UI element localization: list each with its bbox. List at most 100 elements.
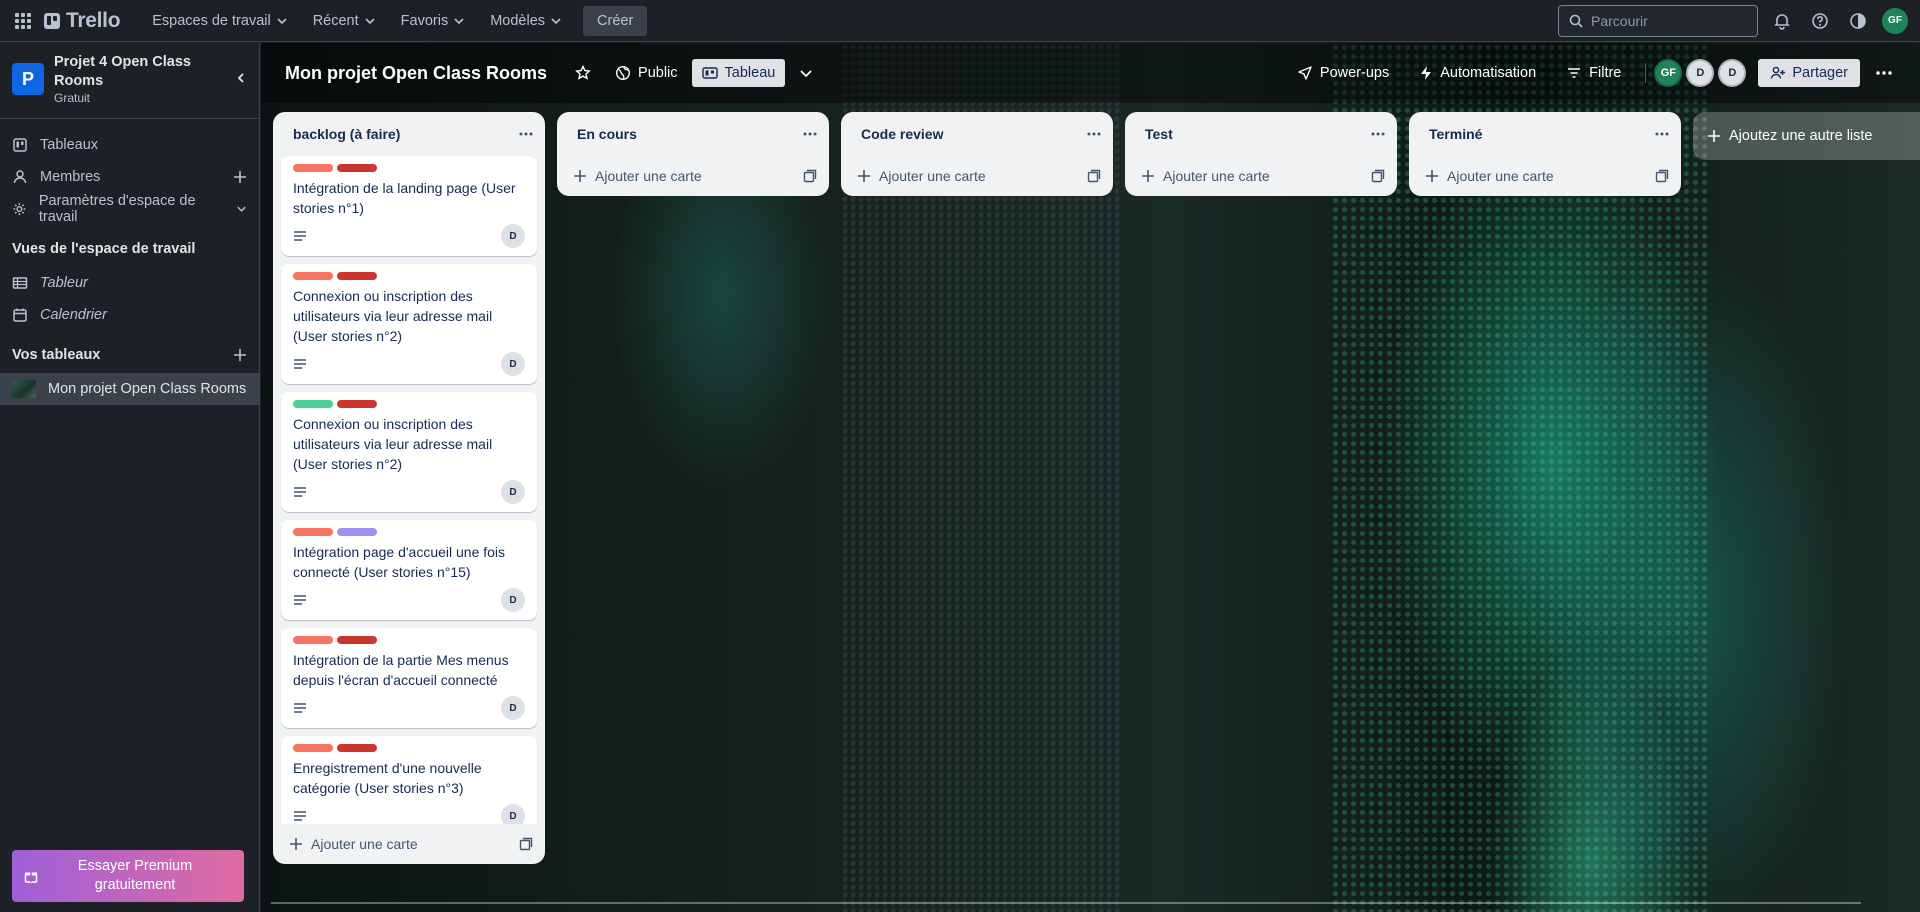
sidebar-item-boards[interactable]: Tableaux — [0, 129, 259, 161]
card[interactable]: Intégration page d'accueil une fois conn… — [281, 520, 537, 620]
add-board-icon[interactable] — [233, 348, 247, 362]
list-menu-icon[interactable] — [1087, 132, 1101, 136]
card-member-avatar[interactable]: D — [501, 696, 525, 720]
add-card-button[interactable]: Ajouter une carte — [557, 156, 829, 196]
card-label[interactable] — [293, 400, 333, 408]
list-header[interactable]: backlog (à faire) — [273, 112, 545, 156]
more-options-icon[interactable] — [1866, 65, 1902, 81]
list-menu-icon[interactable] — [1655, 132, 1669, 136]
card-label[interactable] — [293, 636, 333, 644]
list-title[interactable]: Code review — [861, 126, 943, 142]
card-template-icon[interactable] — [1087, 169, 1101, 183]
card-label[interactable] — [293, 164, 333, 172]
card[interactable]: Intégration de la partie Mes menus depui… — [281, 628, 537, 728]
member-avatar[interactable]: GF — [1654, 59, 1683, 87]
sidebar-item-workspace-settings[interactable]: Paramètres d'espace de travail — [0, 193, 259, 225]
card-label[interactable] — [293, 528, 333, 536]
list-header[interactable]: Code review — [841, 112, 1113, 156]
card-member-avatar[interactable]: D — [501, 352, 525, 376]
list-title[interactable]: En cours — [577, 126, 637, 142]
card-template-icon[interactable] — [1655, 169, 1669, 183]
add-card-button[interactable]: Ajouter une carte — [1125, 156, 1397, 196]
board-lists: backlog (à faire) Intégration de la land… — [273, 112, 1920, 864]
card-member-avatar[interactable]: D — [501, 224, 525, 248]
trello-logo[interactable]: Trello — [44, 9, 121, 33]
list-header[interactable]: En cours — [557, 112, 829, 156]
list-title[interactable]: Terminé — [1429, 126, 1482, 142]
calendar-icon — [13, 308, 27, 322]
card-label[interactable] — [337, 636, 377, 644]
search-input[interactable]: Parcourir — [1558, 4, 1758, 37]
nav-favorites[interactable]: Favoris — [391, 7, 475, 35]
theme-toggle-icon[interactable] — [1844, 7, 1872, 35]
add-card-button[interactable]: Ajouter une carte — [273, 824, 545, 864]
create-button[interactable]: Créer — [583, 5, 648, 36]
add-card-button[interactable]: Ajouter une carte — [1409, 156, 1681, 196]
card-label[interactable] — [337, 744, 377, 752]
collapse-sidebar-icon[interactable] — [235, 71, 247, 87]
description-icon — [294, 487, 306, 497]
horizontal-scrollbar[interactable] — [271, 902, 1861, 904]
board-title[interactable]: Mon projet Open Class Rooms — [285, 63, 547, 84]
list-header[interactable]: Terminé — [1409, 112, 1681, 156]
card-label[interactable] — [337, 528, 377, 536]
add-card-button[interactable]: Ajouter une carte — [841, 156, 1113, 196]
sidebar-item-members[interactable]: Membres — [0, 161, 259, 193]
member-avatar[interactable]: D — [1718, 59, 1747, 87]
share-button[interactable]: Partager — [1758, 59, 1860, 87]
views-dropdown[interactable] — [789, 60, 823, 86]
power-ups-button[interactable]: Power-ups — [1287, 59, 1399, 87]
sidebar-item-table-view[interactable]: Tableur — [0, 267, 259, 299]
card-label[interactable] — [293, 272, 333, 280]
filter-button[interactable]: Filtre — [1556, 59, 1631, 87]
automation-button[interactable]: Automatisation — [1409, 59, 1546, 87]
sidebar-item-calendar-view[interactable]: Calendrier — [0, 299, 259, 331]
card-template-icon[interactable] — [519, 837, 533, 851]
card[interactable]: Intégration de la landing page (User sto… — [281, 156, 537, 256]
nav-workspaces[interactable]: Espaces de travail — [142, 7, 296, 35]
star-board-button[interactable] — [565, 59, 601, 87]
visibility-button[interactable]: Public — [605, 59, 688, 87]
sidebar-item-label: Calendrier — [40, 307, 107, 323]
list-menu-icon[interactable] — [803, 132, 817, 136]
top-navigation: Trello Espaces de travail Récent Favoris… — [0, 0, 1920, 42]
list-title[interactable]: Test — [1145, 126, 1173, 142]
card-template-icon[interactable] — [1371, 169, 1385, 183]
card-member-avatar[interactable]: D — [501, 480, 525, 504]
card-member-avatar[interactable]: D — [501, 588, 525, 612]
add-member-icon[interactable] — [233, 170, 247, 184]
search-icon — [1569, 14, 1583, 28]
card[interactable]: Enregistrement d'une nouvelle catégorie … — [281, 736, 537, 824]
list-title[interactable]: backlog (à faire) — [293, 126, 400, 142]
help-icon[interactable] — [1806, 7, 1834, 35]
board-header: Mon projet Open Class Rooms Public Table… — [261, 43, 1920, 103]
person-icon — [13, 170, 27, 184]
add-list-button[interactable]: Ajoutez une autre liste — [1693, 112, 1920, 160]
card-label[interactable] — [337, 272, 377, 280]
card[interactable]: Connexion ou inscription des utilisateur… — [281, 264, 537, 384]
app-switcher-icon[interactable] — [12, 10, 34, 32]
notifications-icon[interactable] — [1768, 7, 1796, 35]
card-label[interactable] — [293, 744, 333, 752]
card-label[interactable] — [337, 400, 377, 408]
workspace-views-heading: Vues de l'espace de travail — [12, 241, 196, 257]
card-badges: D — [293, 696, 525, 720]
user-avatar[interactable]: GF — [1882, 7, 1908, 34]
try-premium-button[interactable]: Essayer Premium gratuitement — [12, 850, 244, 902]
nav-templates[interactable]: Modèles — [480, 7, 571, 35]
list-menu-icon[interactable] — [519, 132, 533, 136]
list-backlog: backlog (à faire) Intégration de la land… — [273, 112, 545, 864]
card-member-avatar[interactable]: D — [501, 804, 525, 824]
list-menu-icon[interactable] — [1371, 132, 1385, 136]
board-view-button[interactable]: Tableau — [691, 59, 786, 87]
card[interactable]: Connexion ou inscription des utilisateur… — [281, 392, 537, 512]
card-label[interactable] — [337, 164, 377, 172]
workspace-plan: Gratuit — [54, 91, 91, 105]
board-view-icon — [701, 67, 718, 79]
member-avatar[interactable]: D — [1686, 59, 1715, 87]
list-header[interactable]: Test — [1125, 112, 1397, 156]
plus-icon — [290, 838, 302, 850]
nav-recent[interactable]: Récent — [303, 7, 385, 35]
sidebar-board-item[interactable]: Mon projet Open Class Rooms — [0, 373, 259, 405]
card-template-icon[interactable] — [803, 169, 817, 183]
